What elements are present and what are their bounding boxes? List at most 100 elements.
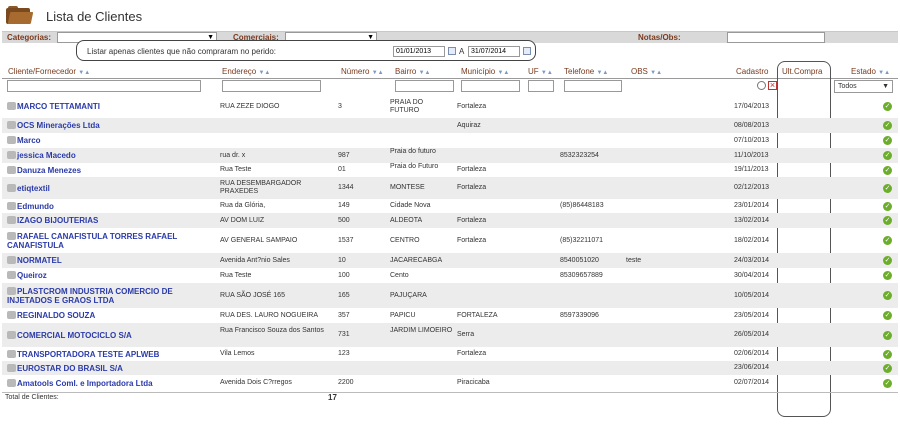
bairro-cell: MONTESE (390, 184, 425, 191)
status-check-icon[interactable]: ✓ (883, 291, 892, 300)
filter-municipio-input[interactable] (461, 80, 520, 92)
client-name-link[interactable]: jessica Macedo (7, 151, 212, 160)
client-name-link[interactable]: REGINALDO SOUZA (7, 311, 212, 320)
total-clients-label: Total de Clientes: (5, 394, 59, 401)
client-name-link[interactable]: RAFAEL CANAFISTULA TORRES RAFAEL CANAFIS… (7, 232, 212, 250)
client-name-link[interactable]: MARCO TETTAMANTI (7, 102, 212, 111)
address-cell: RUA SÃO JOSÉ 165 (220, 292, 285, 299)
table-row[interactable]: NORMATEL Avenida Ant?nio Sales 10 JACARECAB… (2, 253, 898, 268)
status-check-icon[interactable]: ✓ (883, 350, 892, 359)
cadastro-date: 17/04/2013 (734, 103, 770, 110)
number-cell: 123 (338, 350, 350, 357)
municipio-cell: Fortaleza (457, 350, 487, 357)
cadastro-date: 10/05/2014 (734, 292, 770, 299)
status-check-icon[interactable]: ✓ (883, 121, 892, 130)
table-row[interactable]: EUROSTAR DO BRASIL S/A 23/06/2014 ✓ (2, 361, 898, 375)
filter-cliente-input[interactable] (7, 80, 201, 92)
table-row[interactable]: OCS Minerações Ltda Aquiraz 08/08/2013 ✓ (2, 118, 898, 133)
cadastro-date: 02/12/2013 (734, 184, 770, 191)
date-to-input[interactable] (468, 46, 520, 57)
cadastro-date: 07/10/2013 (734, 137, 770, 144)
cadastro-date: 23/05/2014 (734, 312, 770, 319)
municipio-cell: Fortaleza (457, 237, 487, 244)
sort-icon: ▼▲ (497, 70, 510, 76)
table-row[interactable]: IZAGO BIJOUTERIAS AV DOM LUIZ 500 ALDEOTA Fo… (2, 213, 898, 228)
client-name-link[interactable]: etiqtextil (7, 184, 212, 193)
client-name-link[interactable]: OCS Minerações Ltda (7, 121, 212, 130)
status-check-icon[interactable]: ✓ (883, 216, 892, 225)
sort-icon: ▼▲ (540, 70, 553, 76)
notas-input[interactable] (727, 32, 825, 43)
calendar-icon[interactable] (448, 47, 456, 55)
number-cell: 2200 (338, 379, 354, 386)
table-row[interactable]: Marco 07/10/2013 ✓ (2, 133, 898, 148)
client-name-link[interactable]: EUROSTAR DO BRASIL S/A (7, 364, 212, 373)
client-icon (7, 331, 16, 339)
filter-uf-input[interactable] (528, 80, 554, 92)
table-row[interactable]: etiqtextil RUA DESEMBARGADOR PRAXEDES 1344… (2, 177, 898, 199)
table-row[interactable]: COMERCIAL MOTOCICLO S/A Rua Francisco Sou… (2, 323, 898, 347)
client-name-link[interactable]: Edmundo (7, 202, 212, 211)
client-name-link[interactable]: TRANSPORTADORA TESTE APLWEB (7, 350, 212, 359)
table-row[interactable]: Edmundo Rua da Glória, 149 Cidade Nova (85)8… (2, 199, 898, 213)
table-row[interactable]: PLASTCROM INDUSTRIA COMERCIO DE INJETADO… (2, 283, 898, 308)
calendar-icon[interactable] (523, 47, 531, 55)
client-name-link[interactable]: COMERCIAL MOTOCICLO S/A (7, 331, 212, 340)
client-name-link[interactable]: Amatools Coml. e Importadora Ltda (7, 379, 212, 388)
sort-icon: ▼▲ (258, 70, 271, 76)
status-check-icon[interactable]: ✓ (883, 236, 892, 245)
bairro-cell: Cidade Nova (390, 202, 431, 209)
number-cell: 165 (338, 292, 350, 299)
table-row[interactable]: TRANSPORTADORA TESTE APLWEB Vila Lemos 123… (2, 347, 898, 361)
status-check-icon[interactable]: ✓ (883, 311, 892, 320)
status-check-icon[interactable]: ✓ (883, 202, 892, 211)
cadastro-date: 08/08/2013 (734, 122, 770, 129)
table-row[interactable]: jessica Macedo rua dr. x 987 Praia do futur… (2, 148, 898, 163)
status-check-icon[interactable]: ✓ (883, 379, 892, 388)
date-range-filter: Listar apenas clientes que não compraram… (76, 40, 536, 61)
telefone-cell: 8540051020 (560, 257, 599, 264)
bairro-cell: PAPICU (390, 312, 416, 319)
status-check-icon[interactable]: ✓ (883, 271, 892, 280)
status-check-icon[interactable]: ✓ (883, 102, 892, 111)
number-cell: 987 (338, 152, 350, 159)
client-name-link[interactable]: PLASTCROM INDUSTRIA COMERCIO DE INJETADO… (7, 287, 212, 305)
bairro-cell: PAJUÇARA (390, 292, 427, 299)
status-check-icon[interactable]: ✓ (883, 331, 892, 340)
client-name-link[interactable]: NORMATEL (7, 256, 212, 265)
address-cell: rua dr. x (220, 152, 246, 159)
estado-select[interactable]: Todos ▼ (834, 80, 893, 93)
client-name-link[interactable]: Queiroz (7, 271, 212, 280)
status-check-icon[interactable]: ✓ (883, 136, 892, 145)
client-icon (7, 121, 16, 129)
status-check-icon[interactable]: ✓ (883, 166, 892, 175)
cadastro-date: 23/01/2014 (734, 202, 770, 209)
table-row[interactable]: Amatools Coml. e Importadora Ltda Avenida… (2, 375, 898, 391)
client-name-link[interactable]: Danuza Menezes (7, 166, 212, 175)
table-row[interactable]: REGINALDO SOUZA RUA DES. LAURO NOGUEIRA 35… (2, 308, 898, 323)
filter-telefone-input[interactable] (564, 80, 622, 92)
address-cell: AV DOM LUIZ (220, 217, 265, 224)
status-check-icon[interactable]: ✓ (883, 151, 892, 160)
table-row[interactable]: MARCO TETTAMANTI RUA ZEZE DIOGO 3 PRAIA DO … (2, 95, 898, 118)
status-check-icon[interactable]: ✓ (883, 184, 892, 193)
filter-bairro-input[interactable] (395, 80, 454, 92)
client-icon (7, 166, 16, 174)
page-title: Lista de Clientes (46, 9, 143, 24)
client-name-link[interactable]: Marco (7, 136, 212, 145)
col-ult-compra[interactable]: Ult.Compra (782, 67, 822, 76)
municipio-cell: Fortaleza (457, 217, 487, 224)
status-check-icon[interactable]: ✓ (883, 364, 892, 373)
table-row[interactable]: Queiroz Rua Teste 100 Cento 85309657889 30/04… (2, 268, 898, 283)
chevron-down-icon: ▼ (882, 83, 889, 90)
radio-button[interactable] (757, 81, 766, 90)
status-check-icon[interactable]: ✓ (883, 256, 892, 265)
filter-endereco-input[interactable] (222, 80, 321, 92)
table-row[interactable]: RAFAEL CANAFISTULA TORRES RAFAEL CANAFIS… (2, 228, 898, 253)
bairro-cell: JACARECABGA (390, 257, 443, 264)
client-name-link[interactable]: IZAGO BIJOUTERIAS (7, 216, 212, 225)
client-icon (7, 136, 16, 144)
date-from-input[interactable] (393, 46, 445, 57)
table-row[interactable]: Danuza Menezes Rua Teste 01 Praia do Futuro… (2, 163, 898, 177)
clear-filter-icon[interactable]: × (768, 81, 777, 90)
